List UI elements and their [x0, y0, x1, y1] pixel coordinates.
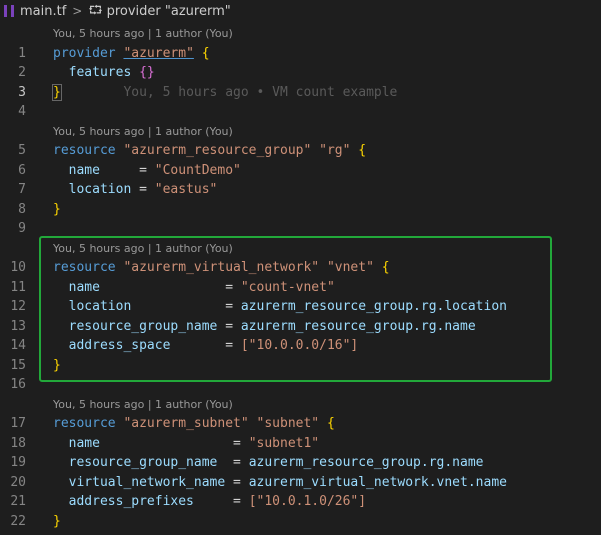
- line-number: 15: [10, 357, 26, 373]
- line-number: 1: [18, 45, 26, 61]
- attr-value: ["10.0.1.0/26"]: [248, 494, 367, 509]
- line-number: 6: [18, 162, 26, 178]
- resource-type: "azurerm_subnet": [123, 416, 249, 431]
- line-number: 11: [10, 279, 26, 295]
- attr-key: name: [68, 435, 100, 451]
- codelens-row: You, 5 hours ago | 1 author (You): [0, 395, 601, 415]
- attr-key: location: [68, 182, 132, 197]
- code-line[interactable]: 3 } You, 5 hours ago • VM count example: [0, 83, 601, 103]
- line-number: 18: [10, 435, 26, 451]
- equals: =: [217, 455, 249, 470]
- block-name: features: [68, 65, 132, 80]
- attr-key: virtual_network_name: [68, 474, 226, 490]
- code-line[interactable]: 4: [0, 102, 601, 122]
- inline-blame: You, 5 hours ago • VM count example: [123, 84, 398, 100]
- blame-codelens[interactable]: You, 5 hours ago | 1 author (You): [53, 395, 233, 415]
- equals: =: [99, 435, 249, 451]
- keyword: resource: [53, 143, 116, 158]
- code-line[interactable]: 8 }: [0, 200, 601, 220]
- code-line[interactable]: 20 virtual_network_name = azurerm_virtua…: [0, 473, 601, 493]
- brace: }: [52, 83, 62, 101]
- breadcrumb: main.tf > ⮔ provider "azurerm": [0, 0, 601, 22]
- line-number: 14: [10, 338, 26, 353]
- symbol-icon: ⮔: [88, 2, 103, 17]
- code-line[interactable]: 18 name = "subnet1": [0, 434, 601, 454]
- code-line[interactable]: 22 }: [0, 512, 601, 532]
- attr-value: azurerm_virtual_network.vnet.name: [248, 474, 507, 490]
- line-number: 17: [10, 416, 26, 431]
- line-number: 7: [18, 182, 26, 197]
- provider-name[interactable]: "azurerm": [123, 46, 193, 61]
- line-number: 20: [10, 474, 26, 490]
- attr-value: "subnet1": [248, 435, 320, 451]
- line-number: 9: [18, 221, 26, 236]
- line-number: 8: [18, 201, 26, 217]
- code-line[interactable]: 2 features {}: [0, 63, 601, 83]
- chevron-right-icon: >: [72, 4, 83, 18]
- code-line[interactable]: 21 address_prefixes = ["10.0.1.0/26"]: [0, 492, 601, 512]
- line-number: 5: [18, 143, 26, 158]
- resource-type: "azurerm_resource_group": [123, 143, 312, 158]
- equals: =: [193, 494, 249, 509]
- line-number: 19: [10, 455, 26, 470]
- resource-name: "rg": [319, 143, 351, 158]
- brace: {}: [139, 65, 155, 80]
- line-number: 22: [10, 513, 26, 529]
- line-number: 10: [10, 260, 26, 275]
- brace: {: [201, 45, 210, 61]
- line-number: 16: [10, 377, 26, 392]
- keyword: provider: [53, 45, 116, 61]
- line-number: 4: [18, 104, 26, 119]
- attr-key: resource_group_name: [68, 455, 218, 470]
- breadcrumb-file[interactable]: main.tf: [20, 4, 66, 19]
- attr-key: address_prefixes: [68, 494, 194, 509]
- keyword: resource: [53, 416, 116, 431]
- resource-name: "subnet": [256, 416, 320, 431]
- code-line[interactable]: 17 resource "azurerm_subnet" "subnet" {: [0, 414, 601, 434]
- attr-value: azurerm_resource_group.rg.name: [248, 455, 484, 470]
- code-line[interactable]: 7 location = "eastus": [0, 180, 601, 200]
- code-line[interactable]: 5 resource "azurerm_resource_group" "rg"…: [0, 141, 601, 161]
- line-number: 13: [10, 318, 26, 334]
- code-line[interactable]: 6 name = "CountDemo": [0, 161, 601, 181]
- line-number: 21: [10, 494, 26, 509]
- blame-codelens[interactable]: You, 5 hours ago | 1 author (You): [53, 24, 233, 44]
- line-number: 12: [10, 299, 26, 314]
- equals: =: [225, 474, 249, 490]
- attr-value: "CountDemo": [154, 162, 241, 178]
- line-number: 2: [18, 65, 26, 80]
- code-line[interactable]: 1 provider "azurerm" {: [0, 44, 601, 64]
- terraform-file-icon: [4, 5, 14, 17]
- highlight-annotation-box: [39, 236, 552, 382]
- codelens-row: You, 5 hours ago | 1 author (You): [0, 24, 601, 44]
- blame-codelens[interactable]: You, 5 hours ago | 1 author (You): [53, 122, 233, 142]
- brace: {: [358, 143, 367, 158]
- equals: =: [99, 162, 155, 178]
- equals: =: [131, 182, 155, 197]
- codelens-row: You, 5 hours ago | 1 author (You): [0, 122, 601, 142]
- brace: {: [326, 416, 335, 431]
- brace: }: [53, 201, 61, 217]
- code-line[interactable]: 19 resource_group_name = azurerm_resourc…: [0, 453, 601, 473]
- line-number: 3: [18, 84, 26, 100]
- breadcrumb-symbol[interactable]: provider "azurerm": [107, 4, 231, 19]
- attr-value: "eastus": [154, 182, 218, 197]
- attr-key: name: [68, 162, 100, 178]
- brace: }: [53, 513, 61, 529]
